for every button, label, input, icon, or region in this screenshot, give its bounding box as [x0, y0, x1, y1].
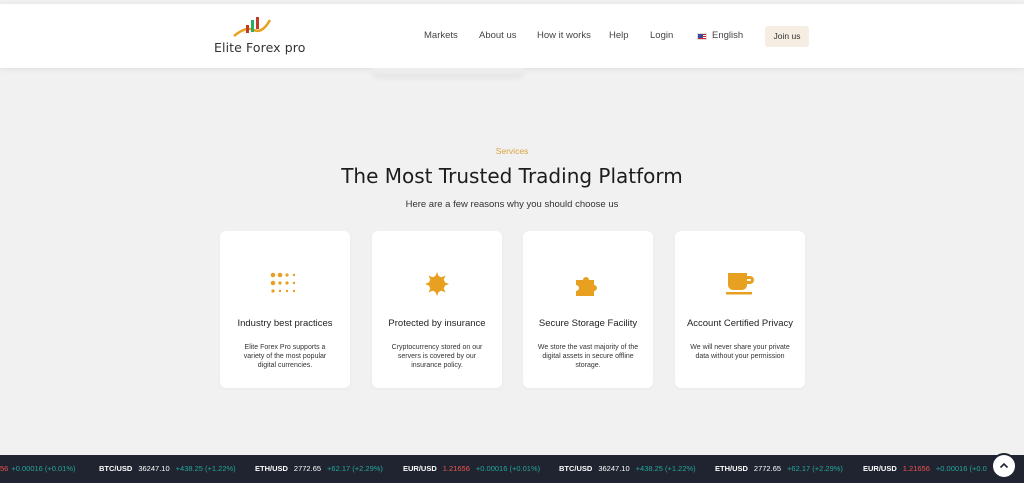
ticker-change: +62.17 (+2.29%): [327, 464, 383, 473]
ticker-change: +0.00016 (+0.01%): [475, 464, 541, 473]
chevron-up-icon: [999, 462, 1009, 469]
ticker-symbol: BTC/USD: [559, 464, 593, 473]
card-description: We will never share your private data wi…: [690, 344, 790, 360]
service-card: Account Certified Privacy We will never …: [675, 231, 805, 388]
ticker-change: +438.25 (+1.22%): [175, 464, 236, 473]
ticker-price: 2772.65: [293, 464, 322, 473]
brand-name: Elite Forex pro: [214, 40, 306, 55]
section-headline: The Most Trusted Trading Platform: [341, 164, 683, 188]
header-dropdown-shadow: [372, 68, 524, 74]
card-title: Protected by insurance: [388, 318, 486, 329]
ticker-symbol: ETH/USD: [255, 464, 288, 473]
nav-help[interactable]: Help: [609, 30, 629, 41]
dots-grid-icon: [270, 272, 296, 293]
ticker-symbol: ETH/USD: [715, 464, 748, 473]
ticker-price: 36247.10: [138, 464, 170, 473]
section-eyebrow: Services: [495, 146, 529, 156]
ticker-price: 2772.65: [753, 464, 782, 473]
service-card: Secure Storage Facility We store the vas…: [523, 231, 653, 388]
card-description: Cryptocurrency stored on our servers is …: [391, 344, 483, 369]
ticker-change: +62.17 (+2.29%): [787, 464, 843, 473]
chart-logo-icon: [233, 17, 272, 37]
service-card: Industry best practices Elite Forex Pro …: [220, 231, 350, 388]
card-title: Account Certified Privacy: [686, 318, 794, 329]
ticker-item[interactable]: 56 +0.00016 (+0.01%): [0, 464, 76, 473]
ticker-price: 36247.10: [598, 464, 630, 473]
ticker-item[interactable]: BTC/USD 36247.10 +438.25 (+1.22%): [559, 464, 696, 473]
service-card: Protected by insurance Cryptocurrency st…: [372, 231, 502, 388]
language-selector[interactable]: English: [712, 30, 743, 41]
ticker-symbol: EUR/USD: [403, 464, 437, 473]
ticker-symbol: EUR/USD: [863, 464, 897, 473]
sun-badge-icon: [425, 272, 449, 296]
card-title: Secure Storage Facility: [538, 318, 638, 329]
card-description: Elite Forex Pro supports a variety of th…: [243, 344, 327, 369]
back-to-top-button[interactable]: [993, 455, 1015, 477]
ticker-symbol: BTC/USD: [99, 464, 133, 473]
ticker-price: 1.21656: [442, 464, 470, 473]
ticker-price: 56: [0, 464, 9, 473]
site-header: Elite Forex pro Markets About us How it …: [0, 4, 1024, 68]
ticker-item[interactable]: EUR/USD 1.21656 +0.00016 (+0.0: [863, 464, 987, 473]
ticker-item[interactable]: EUR/USD 1.21656 +0.00016 (+0.01%): [403, 464, 540, 473]
nav-about-us[interactable]: About us: [479, 30, 517, 41]
ticker-change: +0.00016 (+0.0: [935, 464, 987, 473]
logo[interactable]: Elite Forex pro: [214, 16, 324, 60]
puzzle-icon: [576, 277, 597, 296]
price-ticker[interactable]: 56 +0.00016 (+0.01%) BTC/USD 36247.10 +438.…: [0, 455, 1024, 483]
ticker-item[interactable]: BTC/USD 36247.10 +438.25 (+1.22%): [99, 464, 236, 473]
join-us-button[interactable]: Join us: [765, 26, 809, 47]
us-flag-icon[interactable]: [697, 33, 707, 40]
ticker-change: +0.00016 (+0.01%): [11, 464, 76, 473]
ticker-item[interactable]: ETH/USD 2772.65 +62.17 (+2.29%): [255, 464, 383, 473]
ticker-price: 1.21656: [902, 464, 930, 473]
card-title: Industry best practices: [237, 318, 333, 329]
ticker-change: +438.25 (+1.22%): [635, 464, 696, 473]
nav-markets[interactable]: Markets: [424, 30, 458, 41]
nav-login[interactable]: Login: [650, 30, 673, 41]
card-description: We store the vast majority of the digita…: [537, 344, 639, 369]
nav-how-it-works[interactable]: How it works: [537, 30, 591, 41]
ticker-item[interactable]: ETH/USD 2772.65 +62.17 (+2.29%): [715, 464, 843, 473]
coffee-cup-icon: [726, 273, 754, 295]
section-subhead: Here are a few reasons why you should ch…: [405, 199, 619, 210]
